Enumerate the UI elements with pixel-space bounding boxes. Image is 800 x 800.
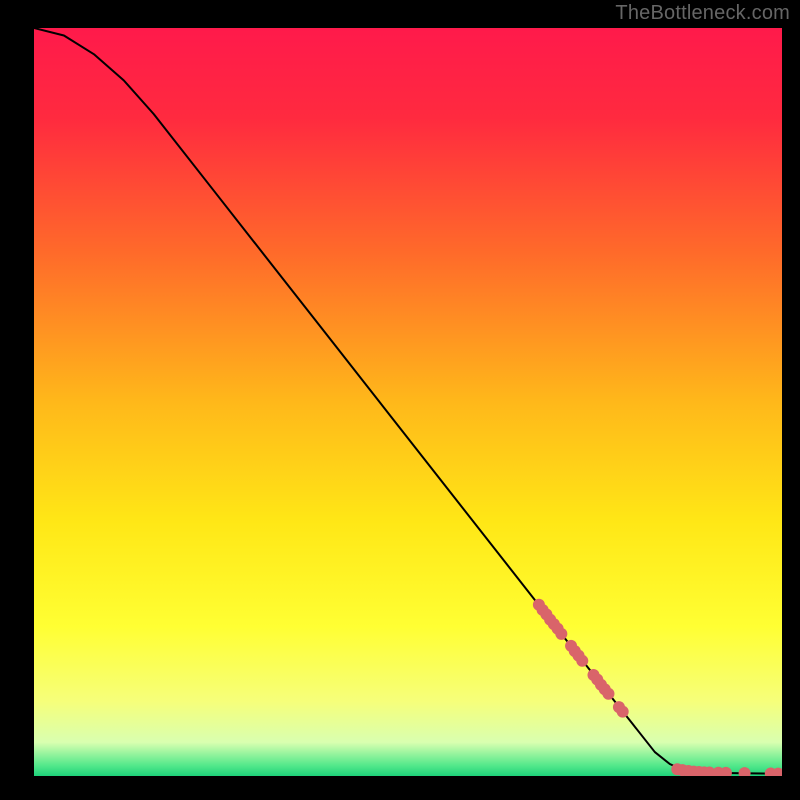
data-marker bbox=[617, 706, 629, 718]
data-marker bbox=[555, 628, 567, 640]
chart-svg bbox=[34, 28, 782, 776]
chart-frame: TheBottleneck.com bbox=[0, 0, 800, 800]
attribution-label: TheBottleneck.com bbox=[615, 2, 790, 25]
gradient-background bbox=[34, 28, 782, 776]
plot-area bbox=[34, 28, 782, 776]
data-marker bbox=[602, 688, 614, 700]
data-marker bbox=[576, 655, 588, 667]
